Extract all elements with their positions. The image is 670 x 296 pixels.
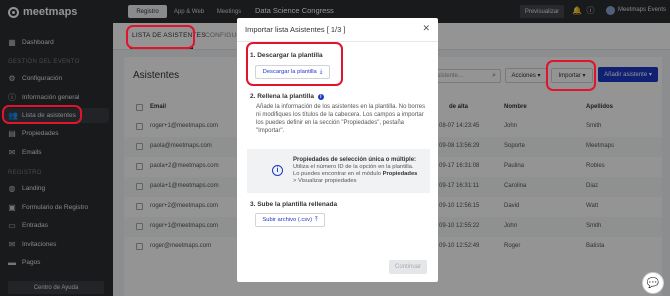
highlight-ring-download [246, 42, 343, 86]
step2-text: Añade la información de los asistentes e… [256, 104, 426, 134]
chat-bubble-icon[interactable]: 💬 [642, 272, 664, 294]
info-body: Utiliza el número ID de la opción en la … [293, 164, 427, 185]
upload-icon: ⤒ [315, 216, 318, 223]
highlight-ring-import [546, 60, 596, 91]
continue-button[interactable]: Continuar [389, 260, 427, 274]
info-line: Utiliza el número ID de la opción en la … [293, 164, 414, 170]
upload-label: Subir archivo (.csv) [262, 217, 313, 223]
close-icon[interactable]: ✕ [422, 23, 430, 34]
info-icon[interactable]: i [317, 94, 324, 100]
import-modal: Importar lista Asistentes [ 1/3 ] ✕ 1. D… [237, 18, 438, 282]
info-title: Propiedades de selección única o múltipl… [293, 157, 417, 163]
upload-file-button[interactable]: Subir archivo (.csv) ⤒ [255, 213, 325, 227]
info-line-text: Lo puedes encontrar en el módulo [293, 171, 383, 177]
info-box: i Propiedades de selección única o múlti… [247, 149, 430, 193]
step2-title-text: 2. Rellena la plantilla [250, 93, 314, 100]
info-line-bold: Propiedades [382, 171, 418, 177]
info-icon: i [272, 165, 283, 176]
step2-title: 2. Rellena la plantilla i [250, 93, 324, 100]
info-line: Lo puedes encontrar en el módulo Propied… [293, 171, 427, 178]
highlight-ring-tab [126, 25, 195, 49]
modal-title: Importar lista Asistentes [ 1/3 ] [245, 25, 346, 34]
highlight-ring-sidebar [2, 105, 82, 124]
step3-title: 3. Sube la plantilla rellenada [250, 201, 338, 208]
info-line: > Visualizar propiedades [293, 178, 357, 184]
